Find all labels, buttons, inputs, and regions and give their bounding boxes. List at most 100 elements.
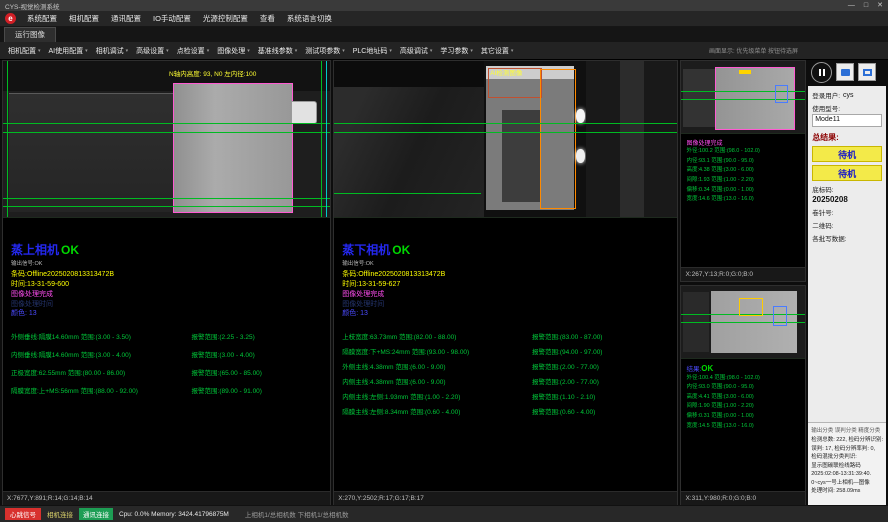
right-result-ok: OK (392, 243, 410, 257)
left-output-signal: 输出信号:OK (11, 259, 322, 267)
left-status-bar: X:7677,Y:891;R:14;G:14;B:14 (3, 491, 330, 505)
small-bottom-result: 结果:OK (686, 363, 800, 373)
small-bottom-cursor-info: X:311,Y:980;R:0;G:0;B:0 (685, 495, 756, 502)
camera-link-status: 相机连接 (47, 509, 73, 519)
window-controls: — □ ✕ (848, 2, 883, 9)
sidebar: 登录用户: cys 使用型号: Mode11 总结果: 待机 待机 底标码: 2… (808, 60, 886, 506)
right-overlay-text: AI检测图像 (490, 67, 522, 77)
right-measurements: 上枝宽度:63.73mm 范围:(82.00 - 88.00)报警范围:(83.… (342, 331, 669, 416)
window-title: CYS-视觉检测系统 (5, 1, 60, 11)
chevron-down-icon: ▾ (511, 48, 514, 54)
toolbar-item[interactable]: AI使用配置▾ (45, 46, 92, 56)
toolbar-item[interactable]: 其它设置▾ (477, 46, 518, 56)
stats-line-list: 检测总数: 222, 检码分辨识别:误判: 17, 检码分辨率判: 0,检码混批… (811, 436, 883, 496)
sidebar-spacer (812, 243, 882, 420)
left-camera-image[interactable]: N轴内高度: 93, N0 左内径:100 (3, 61, 330, 218)
left-measurements: 外侧垂线:隔膜14.60mm 范围:(3.00 - 3.50)报警范围:(2.2… (11, 331, 322, 395)
toolbar-item[interactable]: PLC地址码▾ (349, 46, 396, 56)
stats-header: 输出分类 误判分类 精度分类 (811, 426, 883, 434)
guide-line (7, 61, 8, 217)
menu-item[interactable]: 相机配置 (63, 13, 105, 24)
result-badge-bottom: 待机 (812, 165, 882, 181)
menu-item[interactable]: IO手动配置 (147, 13, 197, 24)
measurement-value: 内侧垂线:隔膜14.60mm 范围:(3.00 - 4.00) (11, 349, 192, 359)
alarm-range: 报警范围:(3.00 - 4.00) (192, 349, 323, 359)
menu-item[interactable]: 通讯配置 (105, 13, 147, 24)
total-result-label: 总结果: (812, 132, 882, 143)
measure-line (334, 193, 481, 194)
main-area: N轴内高度: 93, N0 左内径:100 蒸上相机OK 输出信号:OK 条码:… (0, 60, 888, 506)
left-result-title: 蒸上相机OK (11, 244, 322, 257)
toolbar-item[interactable]: 测试项参数▾ (301, 46, 349, 56)
chevron-down-icon: ▾ (295, 48, 298, 54)
small-bottom-measurements: 外径:100.4 范围:(98.0 - 102.0)内径:93.0 范围:(90… (686, 374, 800, 432)
small-bottom-result-area: 结果:OK 外径:100.4 范围:(98.0 - 102.0)内径:93.0 … (681, 359, 805, 492)
measure-line (334, 132, 677, 133)
result-badge-top: 待机 (812, 146, 882, 162)
model-value[interactable]: Mode11 (812, 114, 882, 127)
toolbar-item[interactable]: 学习参数▾ (436, 46, 477, 56)
right-camera-image[interactable]: AI检测图像 (334, 61, 677, 218)
small-top-camera-image[interactable] (681, 61, 805, 134)
pause-button[interactable] (811, 62, 832, 83)
left-camera-panel: N轴内高度: 93, N0 左内径:100 蒸上相机OK 输出信号:OK 条码:… (2, 60, 331, 506)
measurement-line: 间隙:1.90 范围:(1.00 - 2.20) (686, 402, 800, 412)
menu-item[interactable]: 系统语言切换 (281, 13, 338, 24)
roi-box-yellow (739, 298, 763, 316)
login-user-row: 登录用户: cys (812, 90, 882, 100)
roi-box-blue (773, 306, 787, 326)
left-process-time: 图像处理时间 (11, 300, 322, 310)
app-window: CYS-视觉检测系统 — □ ✕ e 系统配置相机配置通讯配置IO手动配置光源控… (0, 0, 888, 522)
alarm-range: 报警范围:(1.10 - 2.10) (532, 391, 669, 401)
stats-panel: 输出分类 误判分类 精度分类 检测总数: 222, 检码分辨识别:误判: 17,… (808, 422, 886, 506)
toolbar-item-label: PLC地址码 (353, 46, 388, 56)
toolbar-item[interactable]: 高级调试▾ (396, 46, 437, 56)
menu-item[interactable]: 系统配置 (21, 13, 63, 24)
roi-box-orange (540, 69, 576, 209)
small-bottom-camera-image[interactable] (681, 286, 805, 359)
menu-item[interactable]: 光源控制配置 (197, 13, 254, 24)
left-result-area: 蒸上相机OK 输出信号:OK 条码:Offline202502081331347… (3, 218, 330, 491)
monitor-icon (863, 69, 872, 76)
toolbar-item[interactable]: 图像处理▾ (213, 46, 254, 56)
chevron-down-icon: ▾ (38, 48, 41, 54)
inspection-target-block (173, 83, 293, 213)
toolbar-item[interactable]: 基准线参数▾ (254, 46, 302, 56)
right-cursor-info: X:270,Y:2502;R:17;G:17;B:17 (338, 495, 424, 502)
toolbar-item[interactable]: 点检设置▾ (173, 46, 214, 56)
chevron-down-icon: ▾ (85, 48, 88, 54)
small-bottom-result-ok: OK (701, 364, 713, 373)
small-camera-column: 图像处理完成 外径:100.2 范围:(98.0 - 102.0)内径:93.1… (680, 60, 806, 506)
stats-line: 检测总数: 222, 检码分辨识别: (811, 436, 883, 445)
alarm-range: 报警范围:(2.00 - 77.00) (532, 361, 669, 371)
small-top-result-area: 图像处理完成 外径:100.2 范围:(98.0 - 102.0)内径:93.1… (681, 134, 805, 267)
measurement-line: 内径:93.0 范围:(90.0 - 95.0) (686, 383, 800, 393)
close-button[interactable]: ✕ (877, 2, 883, 9)
connector-tab (291, 101, 317, 124)
camera-capture-button[interactable] (836, 63, 854, 81)
marker-yellow (739, 70, 751, 74)
left-barcode: 条码:Offline2025020813313472B (11, 270, 322, 280)
monitor-button[interactable] (858, 63, 876, 81)
login-user-value: cys (843, 92, 854, 99)
tab-run-image[interactable]: 运行图像 (4, 27, 56, 42)
comm-link-status: 通讯连接 (79, 508, 113, 520)
right-process-time: 图像处理时间 (342, 300, 669, 310)
measurement-value: 外侧主线:4.38mm 范围:(6.00 - 9.00) (342, 361, 532, 371)
measurement-line: 高度:4.41 范围:(3.00 - 6.00) (686, 393, 800, 403)
reflection-glint (576, 109, 585, 123)
measurement-row: 正极宽度:62.55mm 范围:(80.00 - 86.00)报警范围:(65.… (11, 367, 322, 377)
small-top-process-status: 图像处理完成 (686, 138, 800, 147)
toolbar-item[interactable]: 相机配置▾ (4, 46, 45, 56)
maximize-button[interactable]: □ (864, 2, 868, 9)
right-process-status: 图像处理完成 (342, 290, 669, 300)
roll-number-label: 卷针号: (812, 207, 882, 217)
toolbar-item[interactable]: 相机调试▾ (92, 46, 133, 56)
qr-code-label: 二维码: (812, 220, 882, 230)
menu-item[interactable]: 查看 (254, 13, 281, 24)
alarm-range: 报警范围:(94.00 - 97.00) (532, 346, 669, 356)
minimize-button[interactable]: — (848, 2, 855, 9)
toolbar-item[interactable]: 高级设置▾ (132, 46, 173, 56)
left-cursor-info: X:7677,Y:891;R:14;G:14;B:14 (7, 495, 93, 502)
titlebar: CYS-视觉检测系统 — □ ✕ (0, 0, 888, 11)
